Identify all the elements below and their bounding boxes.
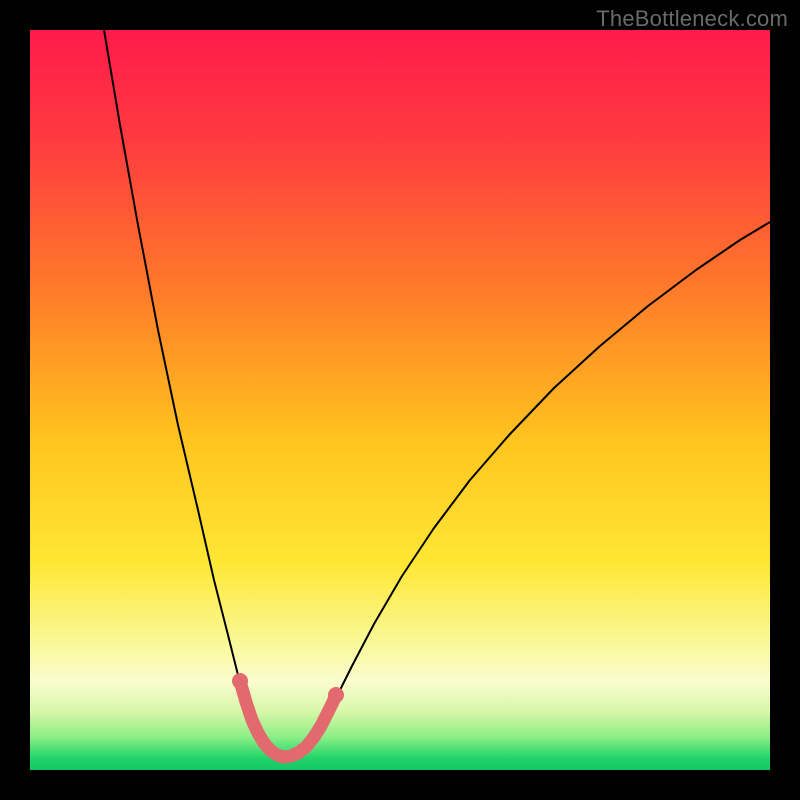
watermark-label: TheBottleneck.com xyxy=(596,6,788,32)
series-valley-highlight xyxy=(240,681,336,757)
series-right-curve xyxy=(323,222,770,723)
app-frame: TheBottleneck.com xyxy=(0,0,800,800)
series-left-curve xyxy=(104,30,323,757)
plot-area xyxy=(30,30,770,770)
highlight-dot xyxy=(328,687,344,703)
highlight-dot xyxy=(232,673,248,689)
chart-curves xyxy=(30,30,770,770)
